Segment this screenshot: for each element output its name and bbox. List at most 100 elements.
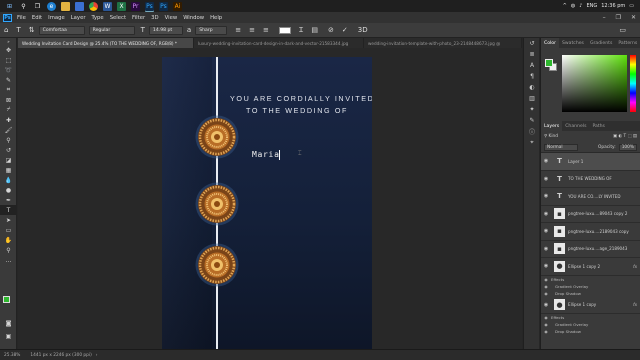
character-panel-icon[interactable]: A (524, 60, 540, 71)
layer-row[interactable]: ◉ T TO THE WEDDING OF (541, 171, 640, 188)
menu-window[interactable]: Window (183, 15, 204, 21)
eye-icon[interactable]: ◉ (541, 322, 551, 327)
pen-tool-icon[interactable]: ✒ (0, 195, 17, 205)
tab-color[interactable]: Color (541, 38, 559, 48)
menu-help[interactable]: Help (210, 15, 222, 21)
more-tools-icon[interactable]: … (0, 255, 17, 265)
menu-image[interactable]: Image (48, 15, 65, 21)
antialias-select[interactable]: Sharp (195, 25, 228, 35)
type-tool-preset-icon[interactable]: T (16, 26, 20, 34)
layer-row[interactable]: ◉ ● Ellipse 1 copy fx (541, 297, 640, 314)
clone-stamp-tool-icon[interactable]: ⚲ (0, 135, 17, 145)
photoshop-icon[interactable]: Ps (145, 1, 154, 11)
menu-layer[interactable]: Layer (71, 15, 86, 21)
layer-row[interactable]: ◉ T YOU ARE CO....LY INVITED (541, 188, 640, 206)
clock[interactable]: 12:36 pm (601, 3, 625, 9)
crop-tool-icon[interactable]: ⌗ (0, 85, 17, 95)
frame-tool-icon[interactable]: ⊠ (0, 95, 17, 105)
close-icon[interactable]: ✕ (631, 14, 636, 21)
menu-file[interactable]: File (17, 15, 26, 21)
menu-type[interactable]: Type (92, 15, 104, 21)
maximize-icon[interactable]: ❐ (616, 14, 621, 21)
premiere-icon[interactable]: Pr (131, 1, 140, 11)
eye-icon[interactable]: ◉ (541, 302, 551, 308)
workspace-icon[interactable]: ▭ (619, 26, 626, 34)
commit-edit-icon[interactable]: ✓ (342, 26, 348, 34)
adjustments-panel-icon[interactable]: ◐ (524, 82, 540, 93)
color-panel-fg-swatch[interactable] (545, 59, 553, 67)
brush-tool-icon[interactable]: 🖌 (0, 125, 17, 135)
libraries-panel-icon[interactable]: ▥ (524, 93, 540, 104)
canvas-area[interactable]: YOU ARE CORDIALLY INVITED TO THE WEDDING… (18, 48, 522, 349)
align-center-icon[interactable]: ≡ (249, 26, 255, 34)
network-icon[interactable]: ◍ (571, 3, 575, 9)
hue-slider[interactable] (630, 55, 636, 112)
eye-icon[interactable]: ◉ (541, 158, 551, 164)
tab-patterns[interactable]: Patterns (615, 38, 640, 48)
align-left-icon[interactable]: ≡ (235, 26, 241, 34)
collapse-arrows-icon[interactable]: » (0, 38, 17, 45)
tab-wedding-invitation[interactable]: Wedding Invitation Card Design @ 25.4% (… (18, 38, 194, 48)
navigator-panel-icon[interactable]: ⌖ (524, 137, 540, 148)
effect-row[interactable]: ◉ Effects (541, 314, 640, 321)
search-icon[interactable]: ⚲ (19, 2, 28, 11)
blend-mode-select[interactable]: Normal (544, 144, 578, 151)
foreground-color-swatch[interactable] (3, 296, 10, 303)
zoom-level[interactable]: 25.38% (4, 353, 20, 358)
menu-view[interactable]: View (165, 15, 178, 21)
history-panel-icon[interactable]: ↺ (524, 38, 540, 49)
type-tool-icon[interactable]: T (0, 205, 17, 215)
eye-icon[interactable]: ◉ (541, 263, 551, 269)
screen-mode-icon[interactable]: ▣ (0, 331, 17, 341)
tab-paths[interactable]: Paths (589, 121, 608, 131)
eye-icon[interactable]: ◉ (541, 211, 551, 217)
explorer-icon[interactable] (61, 1, 70, 11)
language-indicator[interactable]: ENG (586, 3, 597, 9)
chrome-icon[interactable] (89, 1, 98, 11)
eyedropper-tool-icon[interactable]: ⌿ (0, 105, 17, 115)
3d-text-icon[interactable]: 3D (358, 26, 368, 34)
healing-brush-tool-icon[interactable]: ✚ (0, 115, 17, 125)
align-right-icon[interactable]: ≡ (263, 26, 269, 34)
font-size-field[interactable]: 14.98 pt (148, 25, 183, 35)
move-tool-icon[interactable]: ✥ (0, 45, 17, 55)
marquee-tool-icon[interactable]: ⬚ (0, 55, 17, 65)
invitation-heading-line-1[interactable]: YOU ARE CORDIALLY INVITED (230, 94, 372, 103)
warp-text-icon[interactable]: Ꮖ (299, 26, 304, 35)
cancel-edit-icon[interactable]: ⊘ (328, 26, 334, 34)
gradient-tool-icon[interactable]: ▦ (0, 165, 17, 175)
tab-wedding-template[interactable]: wedding-invitation-template-with-photo_2… (364, 38, 522, 48)
color-swatches[interactable] (3, 296, 15, 308)
notification-icon[interactable]: ▭ (629, 3, 634, 9)
eye-icon[interactable]: ◉ (541, 277, 551, 282)
text-color-swatch[interactable] (278, 26, 291, 34)
task-view-icon[interactable]: ❐ (33, 2, 42, 11)
layer-row[interactable]: ◉ ▪ pngtree-luxu....age_2189043 (541, 241, 640, 258)
document-size[interactable]: 1441 px x 2246 px (300 ppi) (30, 353, 91, 358)
eye-icon[interactable]: ◉ (541, 228, 551, 234)
volume-icon[interactable]: ♪ (579, 3, 582, 9)
illustrator-icon[interactable]: Ai (173, 1, 182, 11)
document-canvas[interactable]: YOU ARE CORDIALLY INVITED TO THE WEDDING… (162, 57, 372, 349)
brushes-panel-icon[interactable]: ✎ (524, 115, 540, 126)
fx-icon[interactable]: fx (633, 264, 637, 269)
font-style-select[interactable]: Regular (88, 25, 135, 35)
edge-icon[interactable]: e (47, 1, 56, 11)
minimize-icon[interactable]: – (603, 14, 606, 21)
typed-name-text[interactable]: Maria (252, 150, 280, 159)
eye-icon[interactable]: ◉ (541, 284, 551, 289)
eye-icon[interactable]: ◉ (541, 329, 551, 334)
eye-icon[interactable]: ◉ (541, 315, 551, 320)
menu-edit[interactable]: Edit (32, 15, 42, 21)
saturation-brightness-field[interactable] (562, 55, 627, 112)
layer-row[interactable]: ◉ ▪ pngtree-luxu....89043 copy 2 (541, 206, 640, 223)
chevron-up-icon[interactable]: ^ (563, 3, 567, 9)
eye-icon[interactable]: ◉ (541, 291, 551, 296)
effect-row[interactable]: ◉ Gradient Overlay (541, 283, 640, 290)
effect-row[interactable]: ◉ Effects (541, 276, 640, 283)
effect-row[interactable]: ◉ Drop Shadow (541, 328, 640, 335)
tab-layers[interactable]: Layers (541, 121, 563, 131)
eye-icon[interactable]: ◉ (541, 193, 551, 199)
path-selection-tool-icon[interactable]: ➤ (0, 215, 17, 225)
eraser-tool-icon[interactable]: ◪ (0, 155, 17, 165)
